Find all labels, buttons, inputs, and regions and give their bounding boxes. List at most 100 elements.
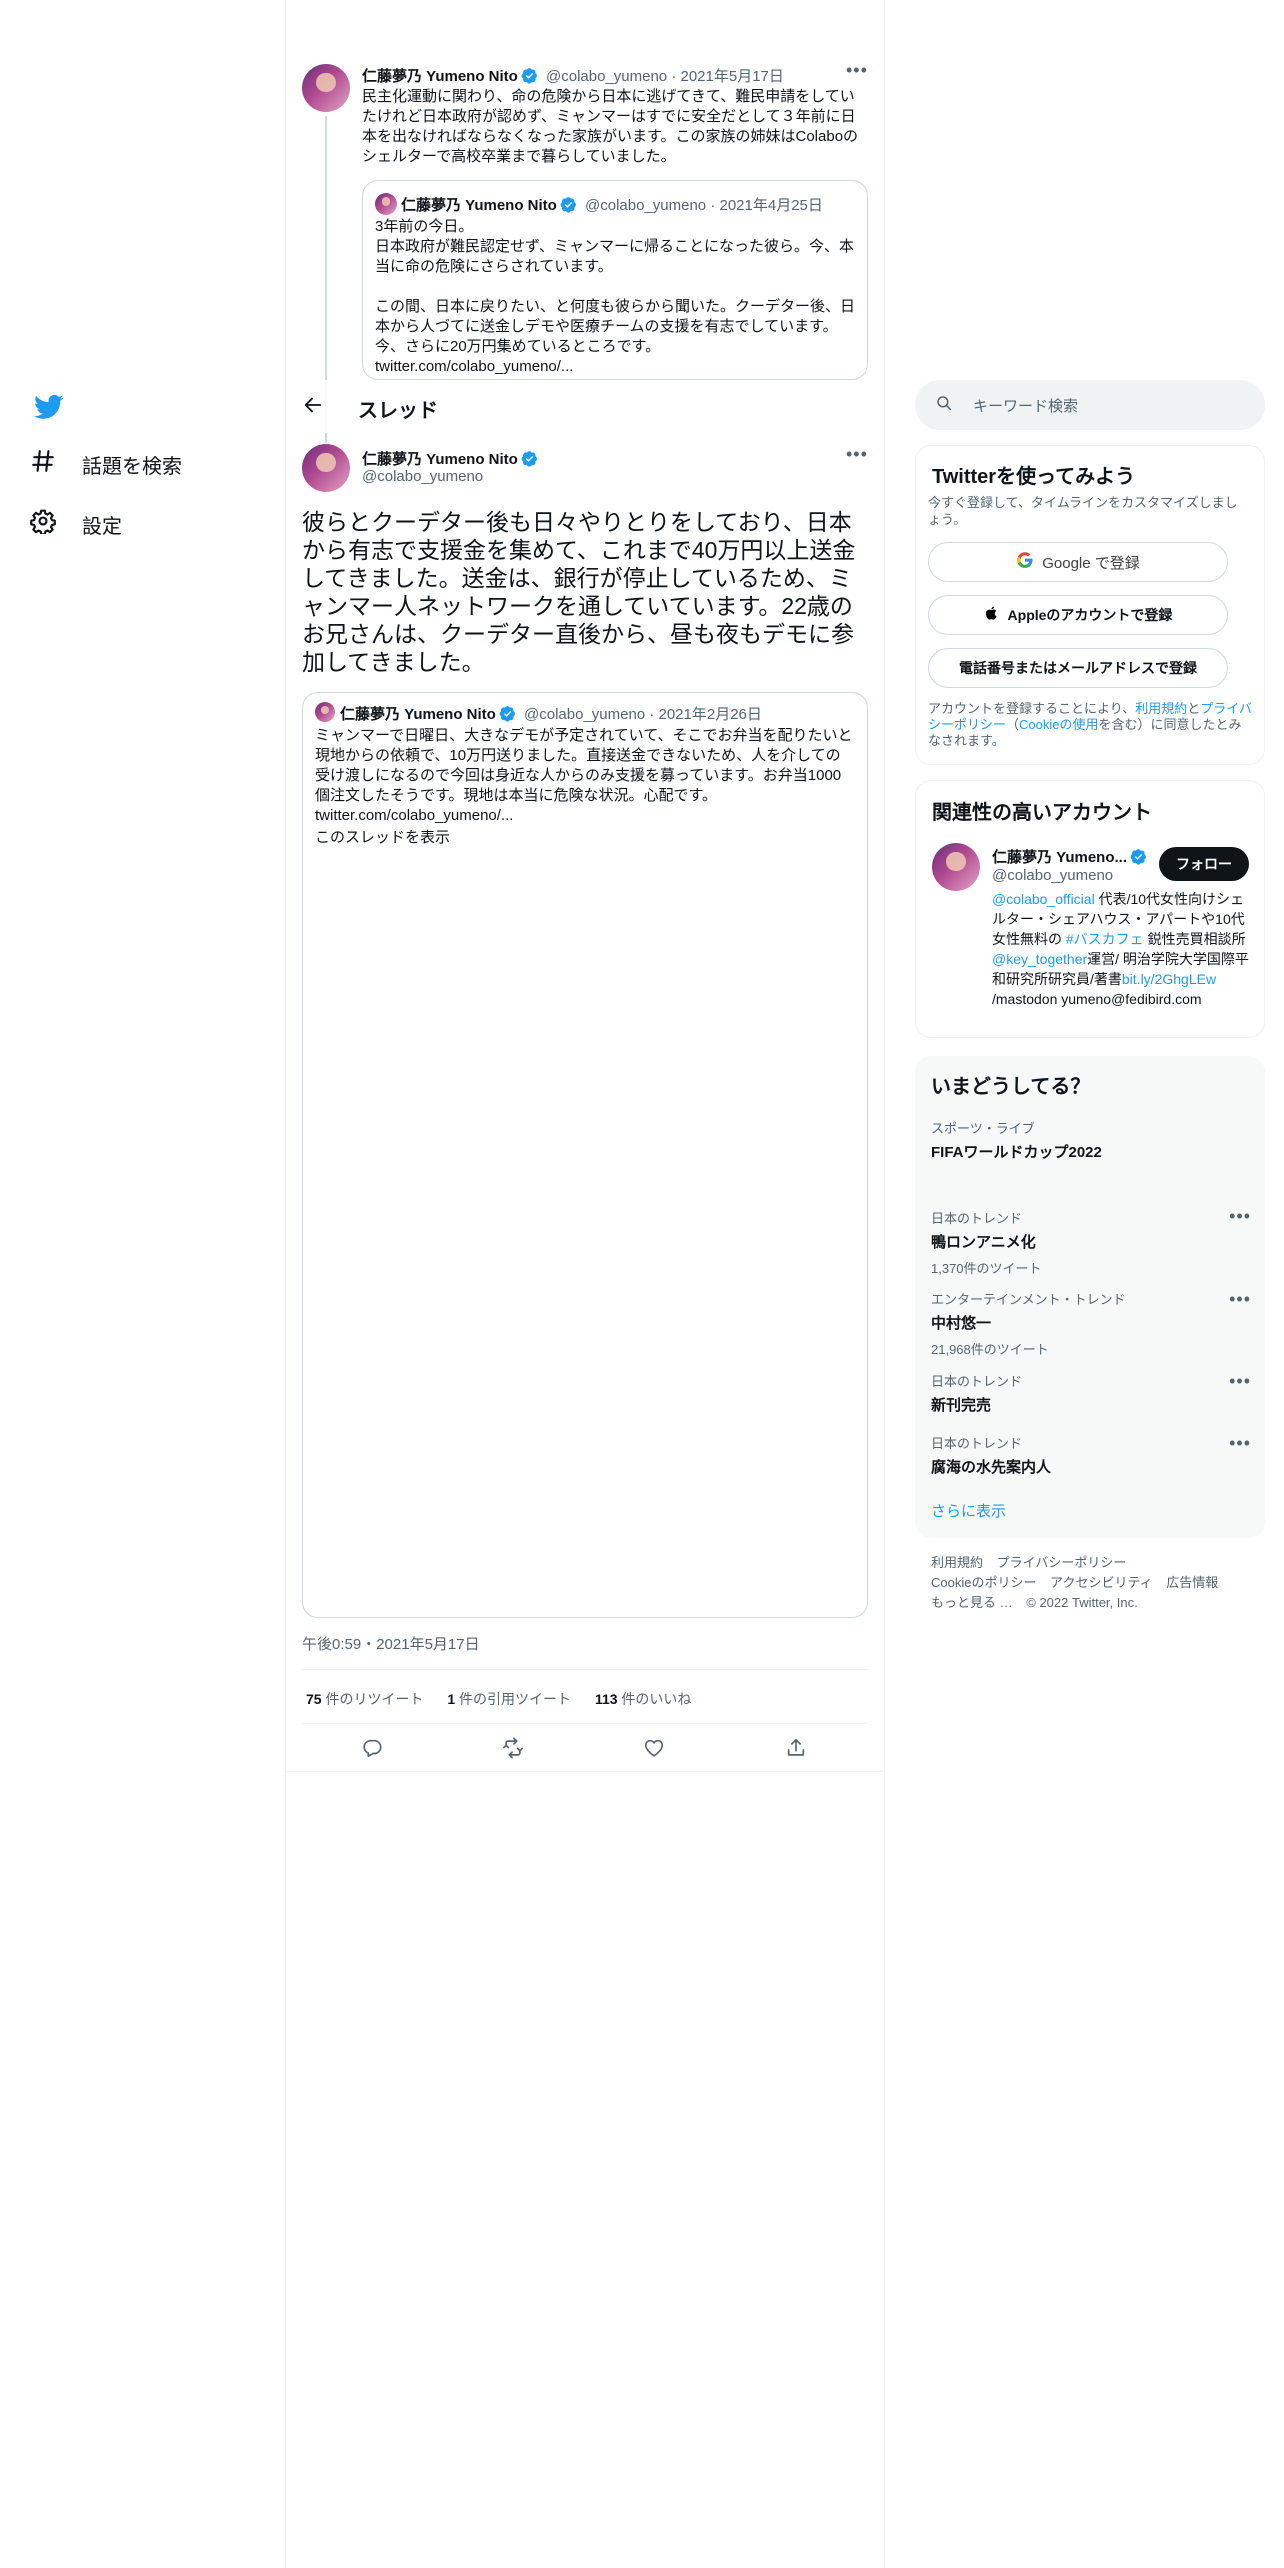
- footer-terms-link[interactable]: 利用規約: [931, 1555, 983, 1570]
- prev-quote-text: 3年前の今日。 日本政府が難民認定せず、ミャンマーに帰ることになった彼ら。今、本…: [375, 217, 859, 377]
- page-title: スレッド: [358, 400, 438, 422]
- twitter-logo-icon[interactable]: [32, 392, 66, 422]
- trends-show-more-link[interactable]: さらに表示: [931, 1500, 1006, 1521]
- related-account-name: 仁藤夢乃 Yumeno...: [992, 849, 1128, 866]
- likes-stat[interactable]: 113 件のいいね: [595, 1691, 691, 1707]
- main-tweet-handle[interactable]: @colabo_yumeno: [362, 468, 483, 485]
- prev-tweet-author-name[interactable]: 仁藤夢乃 Yumeno Nito: [362, 68, 518, 85]
- prev-quote-line-2: 日本政府が難民認定せず、ミャンマーに帰ることになった彼ら。今、本当に命の危険にさ…: [375, 238, 854, 275]
- nav-settings-label: 設定: [82, 515, 122, 538]
- prev-quote-header: 仁藤夢乃 Yumeno Nito @colabo_yumeno · 2021年4…: [401, 197, 823, 214]
- actions-divider: [286, 1771, 884, 1772]
- prev-tweet-handle[interactable]: @colabo_yumeno: [546, 68, 667, 85]
- related-accounts-card: 関連性の高いアカウント 仁藤夢乃 Yumeno... @colabo_yumen…: [915, 780, 1265, 1038]
- trend-item[interactable]: スポーツ・ライブ FIFAワールドカップ2022: [931, 1118, 1251, 1162]
- trend-more-icon[interactable]: •••: [1229, 1289, 1251, 1310]
- main-tweet-author-name-row: 仁藤夢乃 Yumeno Nito: [362, 448, 538, 469]
- like-heart-icon[interactable]: [643, 1737, 665, 1759]
- signup-subtitle: 今すぐ登録して、タイムラインをカスタマイズしましょう。: [928, 495, 1238, 527]
- bio-link-colabo-official[interactable]: @colabo_official: [992, 891, 1095, 907]
- phone-email-signup-button[interactable]: 電話番号またはメールアドレスで登録: [928, 648, 1228, 688]
- verified-badge-icon: [499, 706, 515, 722]
- prev-tweet-date[interactable]: 2021年5月17日: [681, 68, 784, 85]
- apple-signup-label: Appleのアカウントで登録: [1007, 607, 1173, 623]
- prev-tweet-text: 民主化運動に関わり、命の危険から日本に逃げてきて、難民申請をしていたけれど日本政…: [362, 88, 859, 165]
- stats-divider-top: [302, 1669, 868, 1670]
- footer-copyright: © 2022 Twitter, Inc.: [1026, 1595, 1138, 1610]
- trends-card: いまどうしてる？ スポーツ・ライブ FIFAワールドカップ2022 日本のトレン…: [915, 1056, 1265, 1538]
- retweet-icon[interactable]: [502, 1737, 524, 1759]
- trend-more-icon[interactable]: •••: [1229, 1206, 1251, 1227]
- footer-more-link[interactable]: もっと見る …: [931, 1595, 1013, 1610]
- show-thread-link[interactable]: このスレッドを表示: [315, 828, 450, 848]
- thread-header: スレッド: [286, 380, 884, 433]
- trend-more-icon[interactable]: •••: [1229, 1371, 1251, 1392]
- main-quote-text: ミャンマーで日曜日、大きなデモが予定されていて、そこでお弁当を配りたいと現地から…: [315, 727, 853, 804]
- prev-tweet-avatar[interactable]: [302, 64, 350, 112]
- nav-settings[interactable]: 設定: [30, 508, 122, 540]
- signup-terms-text: アカウントを登録することにより、利用規約とプライバシーポリシー（Cookieの使…: [928, 701, 1253, 748]
- main-quote-link[interactable]: twitter.com/colabo_yumeno/...: [315, 806, 513, 826]
- sidebar-footer: 利用規約 プライバシーポリシー Cookieのポリシー アクセシビリティ 広告情…: [931, 1553, 1261, 1613]
- nav-explore-label: 話題を検索: [82, 455, 182, 478]
- main-tweet-quote-card[interactable]: 仁藤夢乃 Yumeno Nito @colabo_yumeno · 2021年2…: [302, 692, 868, 1618]
- share-icon[interactable]: [785, 1737, 807, 1759]
- main-tweet-avatar[interactable]: [302, 444, 350, 492]
- prev-quote-avatar: [375, 193, 397, 215]
- main-quote-date: 2021年2月26日: [658, 706, 762, 723]
- prev-quote-date: 2021年4月25日: [719, 197, 823, 214]
- main-quote-header: 仁藤夢乃 Yumeno Nito @colabo_yumeno · 2021年2…: [340, 706, 762, 723]
- reply-icon[interactable]: [361, 1737, 383, 1759]
- back-arrow-icon[interactable]: [302, 394, 326, 418]
- prev-quote-line-1: 3年前の今日。: [375, 218, 474, 235]
- prev-quote-link[interactable]: twitter.com/colabo_yumeno/...: [375, 357, 859, 377]
- retweets-stat[interactable]: 75 件のリツイート: [306, 1691, 423, 1707]
- main-tweet-text: 彼らとクーデター後も日々やりとりをしており、日本から有志で支援金を集めて、これま…: [302, 509, 856, 675]
- nav-explore[interactable]: 話題を検索: [30, 448, 182, 480]
- follow-button[interactable]: フォロー: [1159, 847, 1249, 881]
- verified-badge-icon: [1130, 849, 1146, 865]
- search-input[interactable]: キーワード検索: [915, 380, 1265, 430]
- bio-link-buscafe[interactable]: #バスカフェ: [1066, 931, 1144, 947]
- apple-signup-button[interactable]: Appleのアカウントで登録: [928, 595, 1228, 635]
- verified-badge-icon: [521, 68, 537, 84]
- footer-ads-link[interactable]: 広告情報: [1166, 1575, 1218, 1590]
- prev-quote-handle: @colabo_yumeno: [585, 197, 707, 214]
- related-account-avatar[interactable]: [932, 843, 980, 891]
- main-tweet-author-name[interactable]: 仁藤夢乃 Yumeno Nito: [362, 451, 518, 468]
- trend-more-icon[interactable]: •••: [1229, 1433, 1251, 1454]
- google-signup-button[interactable]: Google で登録: [928, 542, 1228, 582]
- related-account-name-row[interactable]: 仁藤夢乃 Yumeno...: [992, 846, 1147, 867]
- trend-item[interactable]: エンターテインメント・トレンド 中村悠一 21,968件のツイート: [931, 1289, 1251, 1358]
- main-quote-author-name: 仁藤夢乃 Yumeno Nito: [340, 706, 496, 723]
- trend-item[interactable]: 日本のトレンド 新刊完売: [931, 1371, 1251, 1415]
- apple-icon: [984, 605, 1000, 625]
- google-signup-label: Google で登録: [1042, 554, 1140, 572]
- signup-card: Twitterを使ってみよう 今すぐ登録して、タイムラインをカスタマイズしましょ…: [915, 445, 1265, 765]
- right-column-divider: [884, 0, 885, 2568]
- quotes-stat[interactable]: 1 件の引用ツイート: [447, 1691, 571, 1707]
- cookie-link[interactable]: Cookieの使用: [1019, 717, 1098, 732]
- footer-accessibility-link[interactable]: アクセシビリティ: [1050, 1575, 1153, 1590]
- gear-icon: [30, 508, 56, 540]
- trend-item[interactable]: 日本のトレンド 鴨ロンアニメ化 1,370件のツイート: [931, 1208, 1251, 1277]
- search-placeholder: キーワード検索: [973, 397, 1079, 415]
- prev-tweet-header: 仁藤夢乃 Yumeno Nito @colabo_yumeno · 2021年5…: [362, 68, 784, 85]
- footer-cookie-link[interactable]: Cookieのポリシー: [931, 1575, 1036, 1590]
- prev-quote-author-name: 仁藤夢乃 Yumeno Nito: [401, 197, 557, 214]
- stats-divider-bottom: [302, 1723, 868, 1724]
- trend-item[interactable]: 日本のトレンド 腐海の水先案内人: [931, 1433, 1251, 1477]
- prev-tweet-more-icon[interactable]: •••: [846, 60, 868, 81]
- main-tweet-more-icon[interactable]: •••: [846, 444, 868, 465]
- main-tweet-timestamp[interactable]: 午後0:59・2021年5月17日: [302, 1633, 480, 1654]
- footer-privacy-link[interactable]: プライバシーポリシー: [997, 1555, 1127, 1570]
- google-icon: [1016, 551, 1034, 573]
- bio-link-key-together[interactable]: @key_together: [992, 951, 1087, 967]
- bio-link-bitly[interactable]: bit.ly/2GhgLEw: [1122, 971, 1216, 987]
- search-icon: [935, 394, 953, 416]
- prev-quote-line-3: この間、日本に戻りたい、と何度も彼らから聞いた。クーデター後、日本から人づてに送…: [375, 298, 856, 355]
- related-accounts-title: 関連性の高いアカウント: [932, 802, 1152, 824]
- terms-link[interactable]: 利用規約: [1135, 701, 1187, 716]
- signup-title: Twitterを使ってみよう: [932, 466, 1136, 488]
- prev-tweet-quote-card[interactable]: 仁藤夢乃 Yumeno Nito @colabo_yumeno · 2021年4…: [362, 180, 868, 380]
